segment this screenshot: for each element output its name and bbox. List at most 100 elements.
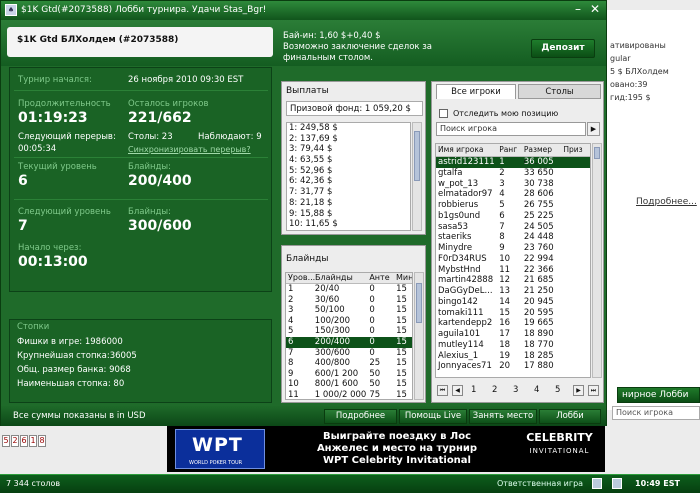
page-link[interactable]: 4 xyxy=(534,385,539,395)
player-row[interactable]: w_pot_13 3 30 738 xyxy=(436,179,590,190)
scroll-thumb[interactable] xyxy=(414,131,420,181)
player-row[interactable]: Minydre 9 23 760 xyxy=(436,243,590,254)
lobby-button[interactable]: Лобби xyxy=(539,409,601,424)
blind-row[interactable]: 11 1 000/2 000 75 15 xyxy=(286,390,412,399)
details-button[interactable]: Подробнее xyxy=(324,409,397,424)
player-row[interactable]: F0rD34RUS 10 22 994 xyxy=(436,254,590,265)
responsible-gaming-link[interactable]: Ответственная игра xyxy=(497,479,583,488)
last-page-button[interactable]: ⏭ xyxy=(588,385,599,396)
player-row[interactable]: DaGGyDeL... 13 21 250 xyxy=(436,286,590,297)
current-level-label: Текущий уровень xyxy=(18,162,97,172)
background-search-input[interactable]: Поиск игрока xyxy=(612,406,700,420)
header-min[interactable]: Мин xyxy=(396,273,412,283)
lock-icon[interactable] xyxy=(592,478,602,489)
player-row[interactable]: sasa53 7 24 505 xyxy=(436,222,590,233)
payouts-scrollbar[interactable] xyxy=(412,122,422,231)
header-name[interactable]: Имя игрока xyxy=(436,144,499,156)
app-icon: ♠ xyxy=(5,4,17,16)
banner-line: WPT Celebrity Invitational xyxy=(323,455,471,466)
player-row[interactable]: kartendepp2 16 19 665 xyxy=(436,318,590,329)
blind-row[interactable]: 9 600/1 200 50 15 xyxy=(286,369,412,380)
player-row[interactable]: Alexius_1 19 18 285 xyxy=(436,351,590,362)
wpt-logo: WPT WORLD POKER TOUR xyxy=(175,429,265,469)
header-rank[interactable]: Ранг xyxy=(499,144,524,156)
track-position-checkbox[interactable] xyxy=(439,109,448,118)
blind-row[interactable]: 1 20/40 0 15 xyxy=(286,284,412,295)
player-row[interactable]: b1gs0und 6 25 225 xyxy=(436,211,590,222)
tab-tables[interactable]: Столы xyxy=(518,84,601,99)
players-table[interactable]: Имя игрока Ранг Размер ст... Приз astrid… xyxy=(435,143,591,378)
page-link[interactable]: 2 xyxy=(492,385,497,395)
next-page-button[interactable]: ▶ xyxy=(573,385,584,396)
player-row[interactable]: tomaki111 15 20 595 xyxy=(436,308,590,319)
player-search-input[interactable]: Поиск игрока xyxy=(436,122,586,136)
first-page-button[interactable]: ⏮ xyxy=(437,385,448,396)
player-row[interactable]: MybstHnd 11 22 366 xyxy=(436,265,590,276)
blind-row[interactable]: 5 150/300 0 15 xyxy=(286,326,412,337)
digit: 1 xyxy=(29,435,37,447)
stack-stat: Фишки в игре: 1986000 xyxy=(17,337,123,347)
tables-count-label: Столы: 23 xyxy=(128,132,173,142)
page-link[interactable]: 3 xyxy=(513,385,518,395)
player-row[interactable]: mutley114 18 18 770 xyxy=(436,340,590,351)
cell: 24 448 xyxy=(523,232,554,243)
header-level[interactable]: Уров... xyxy=(286,273,315,283)
search-go-button[interactable]: ▶ xyxy=(587,122,600,136)
blind-row[interactable]: 2 30/60 0 15 xyxy=(286,295,412,306)
scroll-thumb[interactable] xyxy=(416,283,422,323)
background-line: гид:195 $ xyxy=(610,93,651,102)
player-row[interactable]: bingo142 14 20 945 xyxy=(436,297,590,308)
blind-row[interactable]: 8 400/800 25 15 xyxy=(286,358,412,369)
tab-all-players[interactable]: Все игроки xyxy=(436,84,516,99)
player-row[interactable]: Jonnyaces71 20 17 880 xyxy=(436,361,590,372)
player-row-selected[interactable]: astrid123111 1 36 005 xyxy=(436,157,590,168)
cell: 0 xyxy=(369,294,375,305)
blind-row[interactable]: 7 300/600 0 15 xyxy=(286,348,412,359)
player-row[interactable]: aguila101 17 18 890 xyxy=(436,329,590,340)
background-lobby-button[interactable]: нирное Лобби xyxy=(617,387,700,403)
cell: 18 xyxy=(499,339,511,350)
player-row[interactable]: robbierus 5 26 755 xyxy=(436,200,590,211)
wpt-banner[interactable]: WPT WORLD POKER TOUR Выиграйте поездку в… xyxy=(167,426,605,472)
blind-row[interactable]: 10 800/1 600 50 15 xyxy=(286,379,412,390)
header-blinds[interactable]: Блайнды xyxy=(315,273,369,283)
title-bar[interactable]: ♠ $1K Gtd(#2073588) Лобби турнира. Удачи… xyxy=(1,1,606,20)
payouts-list[interactable]: 1: 249,58 $ 2: 137,69 $ 3: 79,44 $ 4: 63… xyxy=(286,122,411,231)
live-help-button[interactable]: Помощь Live xyxy=(399,409,467,424)
deposit-button[interactable]: Депозит xyxy=(531,39,595,58)
cell: 13 xyxy=(499,286,511,296)
minimize-button[interactable]: – xyxy=(571,3,585,17)
take-seat-button[interactable]: Занять место xyxy=(469,409,537,424)
cell: 0 xyxy=(369,336,375,347)
blinds-table[interactable]: Уров... Блайнды Анте Мин 1 20/40 0 15 2 30/6… xyxy=(285,272,413,400)
cell: astrid123111 xyxy=(438,157,495,167)
player-row[interactable]: staeriks 8 24 448 xyxy=(436,232,590,243)
cell: 15 xyxy=(396,326,407,337)
player-row[interactable]: martin42888 12 21 685 xyxy=(436,275,590,286)
blind-row[interactable]: 3 50/100 0 15 xyxy=(286,305,412,316)
cell: 5 xyxy=(499,200,505,210)
player-row[interactable]: elmatador97 4 28 606 xyxy=(436,189,590,200)
player-row[interactable]: gtalfa 2 33 650 xyxy=(436,168,590,179)
cell xyxy=(563,157,590,168)
page-link[interactable]: 1 xyxy=(471,385,476,395)
header-prize[interactable]: Приз xyxy=(563,144,590,156)
scroll-thumb[interactable] xyxy=(594,147,600,159)
monitor-icon[interactable] xyxy=(612,478,622,489)
players-scrollbar[interactable] xyxy=(592,143,602,378)
prev-page-button[interactable]: ◀ xyxy=(452,385,463,396)
blind-row-selected[interactable]: 6 200/400 0 15 xyxy=(286,336,412,348)
cell xyxy=(563,286,590,297)
cell: 22 994 xyxy=(523,253,554,264)
cell: 25 xyxy=(369,358,381,369)
header-ante[interactable]: Анте xyxy=(369,273,396,283)
background-more-link[interactable]: Подробнее... xyxy=(636,197,697,207)
sync-break-link[interactable]: Синхронизировать перерыв? xyxy=(128,145,251,154)
blinds-scrollbar[interactable] xyxy=(414,272,424,400)
close-button[interactable]: ✕ xyxy=(588,3,602,17)
blind-row[interactable]: 4 100/200 0 15 xyxy=(286,316,412,327)
starts-in-value: 00:13:00 xyxy=(18,254,88,270)
cell: 15 xyxy=(396,336,407,347)
page-link[interactable]: 5 xyxy=(555,385,560,395)
header-stack[interactable]: Размер ст... xyxy=(524,144,563,166)
